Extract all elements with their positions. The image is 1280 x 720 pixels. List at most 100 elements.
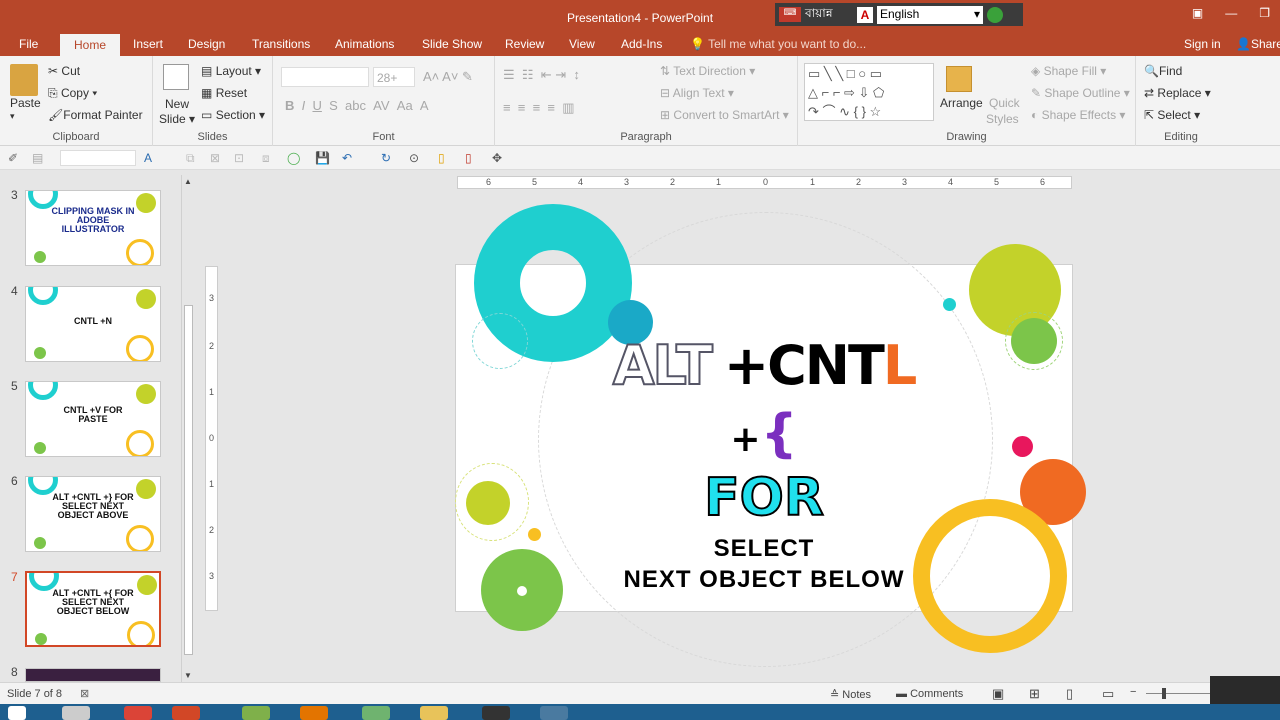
section-button[interactable]: ▭ Section ▾	[201, 108, 265, 122]
reset-button[interactable]: ▦ Reset	[201, 86, 247, 100]
thumbnail-slide-4[interactable]: CNTL +N	[25, 286, 161, 362]
tell-me-box[interactable]: 💡 Tell me what you want to do...	[690, 37, 866, 51]
new-file-icon[interactable]: ▯	[438, 151, 452, 165]
thumbnail-slide-5[interactable]: CNTL +V FOR PASTE	[25, 381, 161, 457]
tab-animations[interactable]: Animations	[335, 37, 394, 51]
align-text-button[interactable]: ⊟ Align Text ▾	[660, 86, 734, 100]
normal-view-icon[interactable]: ▣	[992, 686, 1004, 702]
paste-icon[interactable]	[10, 64, 38, 96]
shape-outline-button[interactable]: ✎ Shape Outline ▾	[1031, 86, 1130, 100]
thumbnail-scrollbar[interactable]: ▲ ▼	[181, 175, 195, 682]
select-text[interactable]: SELECT	[455, 535, 1073, 563]
replace-button[interactable]: ⇄ Replace ▾	[1144, 86, 1211, 100]
cut-button[interactable]: ✂ Cut	[48, 64, 80, 78]
app-icon[interactable]	[482, 706, 510, 720]
app-icon[interactable]	[362, 706, 390, 720]
text-direction-button[interactable]: ⇅ Text Direction ▾	[660, 64, 755, 78]
scroll-thumb[interactable]	[184, 305, 193, 655]
comments-button[interactable]: ▬ Comments	[896, 688, 963, 700]
ungroup-icon[interactable]: ⊠	[210, 151, 224, 165]
app-icon[interactable]	[242, 706, 270, 720]
tab-home[interactable]: Home	[60, 34, 121, 56]
chrome-icon[interactable]	[124, 706, 152, 720]
reading-view-icon[interactable]: ▯	[1066, 686, 1073, 702]
spellcheck-icon[interactable]: ⊠	[80, 687, 89, 700]
group-icon[interactable]: ⧉	[186, 151, 200, 165]
find-button[interactable]: 🔍Find	[1144, 64, 1182, 78]
select-button[interactable]: ⇱ Select ▾	[1144, 108, 1200, 122]
grow-font-icon[interactable]: A˄ A˅ ✎	[423, 69, 473, 85]
style-select[interactable]	[60, 150, 136, 166]
language-bar[interactable]: ⌨ বায়ান্ন A English ▾	[775, 3, 1023, 26]
shortcut-line-2[interactable]: +{	[455, 404, 1073, 470]
paste-dropdown-icon[interactable]: ▾	[10, 111, 15, 122]
slideshow-view-icon[interactable]: ▭	[1102, 686, 1114, 702]
crop-icon[interactable]: ⊡	[234, 151, 248, 165]
save-icon[interactable]: 💾	[315, 151, 330, 165]
pdf-icon[interactable]: ▯	[465, 151, 479, 165]
thumbnail-slide-8[interactable]	[25, 668, 161, 682]
next-object-text[interactable]: NEXT OBJECT BELOW	[455, 566, 1073, 594]
arrange-icon[interactable]	[946, 66, 972, 92]
teal-dot[interactable]	[943, 298, 956, 311]
new-slide-button-2[interactable]: Slide ▾	[159, 112, 195, 126]
zoom-thumb[interactable]	[1162, 688, 1166, 699]
new-slide-button[interactable]: New	[165, 97, 189, 111]
redo-icon[interactable]: ↻	[381, 151, 395, 165]
app-icon[interactable]	[540, 706, 568, 720]
shortcut-line-1[interactable]: ALT +CNTL	[455, 335, 1073, 397]
maximize-button[interactable]: ❐	[1259, 6, 1270, 20]
tab-transitions[interactable]: Transitions	[252, 37, 310, 51]
start-icon[interactable]	[8, 706, 26, 720]
notes-button[interactable]: ≙ Notes	[830, 688, 871, 701]
app-icon[interactable]	[62, 706, 90, 720]
language-select[interactable]: English ▾	[877, 5, 983, 24]
tab-slide-show[interactable]: Slide Show	[422, 37, 482, 51]
shape-effects-button[interactable]: ◐ Shape Effects ▾	[1031, 108, 1125, 122]
pen-icon[interactable]: ✐	[8, 151, 22, 165]
font-name-field[interactable]	[281, 67, 369, 87]
tab-add-ins[interactable]: Add-Ins	[621, 37, 662, 51]
settings-icon[interactable]: ✥	[492, 151, 506, 165]
paste-button[interactable]: Paste	[10, 96, 41, 110]
tab-insert[interactable]: Insert	[133, 37, 163, 51]
minimize-button[interactable]: —	[1225, 6, 1237, 20]
share-button[interactable]: 👤Share	[1236, 37, 1280, 51]
copy-shape-icon[interactable]: ⧈	[262, 151, 276, 165]
tab-file[interactable]: File	[19, 37, 38, 51]
new-slide-icon[interactable]	[163, 64, 189, 90]
arrange-button[interactable]: Arrange	[940, 96, 983, 110]
tab-review[interactable]: Review	[505, 37, 544, 51]
sign-in-link[interactable]: Sign in	[1184, 37, 1221, 51]
quick-styles-button-2[interactable]: Styles	[986, 112, 1019, 126]
undo-icon[interactable]: ↶	[342, 151, 356, 165]
thumbnail-slide-7[interactable]: ALT +CNTL +{ FOR SELECT NEXT OBJECT BELO…	[25, 571, 161, 647]
convert-smartart-button[interactable]: ⊞ Convert to SmartArt ▾	[660, 108, 789, 122]
sorter-view-icon[interactable]: ⊞	[1029, 686, 1040, 702]
tab-view[interactable]: View	[569, 37, 595, 51]
folder-icon[interactable]	[420, 706, 448, 720]
align-icons[interactable]: ≡ ≡ ≡ ≡ ▥	[503, 100, 575, 116]
scroll-up-icon[interactable]: ▲	[184, 177, 192, 186]
font-format-icons[interactable]: B I U S abc AV Aa A	[285, 98, 429, 113]
copy-button[interactable]: ⎘ Copy ▾	[48, 86, 97, 101]
layout-button[interactable]: ▤ Layout ▾	[201, 64, 261, 78]
slideshow-icon[interactable]: ⊙	[409, 151, 423, 165]
font-color-icon[interactable]: A	[144, 151, 158, 165]
zoom-slider[interactable]	[1146, 693, 1210, 694]
tab-design[interactable]: Design	[188, 37, 225, 51]
format-painter-button[interactable]: 🖌Format Painter	[48, 108, 143, 122]
list-icons[interactable]: ☰ ☷ ⇤ ⇥ ↕	[503, 67, 580, 83]
quick-styles-button[interactable]: Quick	[989, 96, 1020, 110]
thumbnail-slide-6[interactable]: ALT +CNTL +} FOR SELECT NEXT OBJECT ABOV…	[25, 476, 161, 552]
powerpoint-icon[interactable]	[172, 706, 200, 720]
restore-ribbon-icon[interactable]: ▣	[1192, 6, 1203, 20]
zoom-out-icon[interactable]: −	[1130, 686, 1136, 698]
layers-icon[interactable]: ▤	[32, 151, 46, 165]
circle-icon[interactable]: ◯	[287, 151, 301, 165]
for-text[interactable]: FOR	[455, 467, 1073, 529]
thumbnail-slide-3[interactable]: CLIPPING MASK IN ADOBE ILLUSTRATOR	[25, 190, 161, 266]
font-size-field[interactable]: 28+	[373, 67, 415, 87]
shape-fill-button[interactable]: ◈ Shape Fill ▾	[1031, 64, 1106, 78]
scroll-down-icon[interactable]: ▼	[184, 671, 192, 680]
